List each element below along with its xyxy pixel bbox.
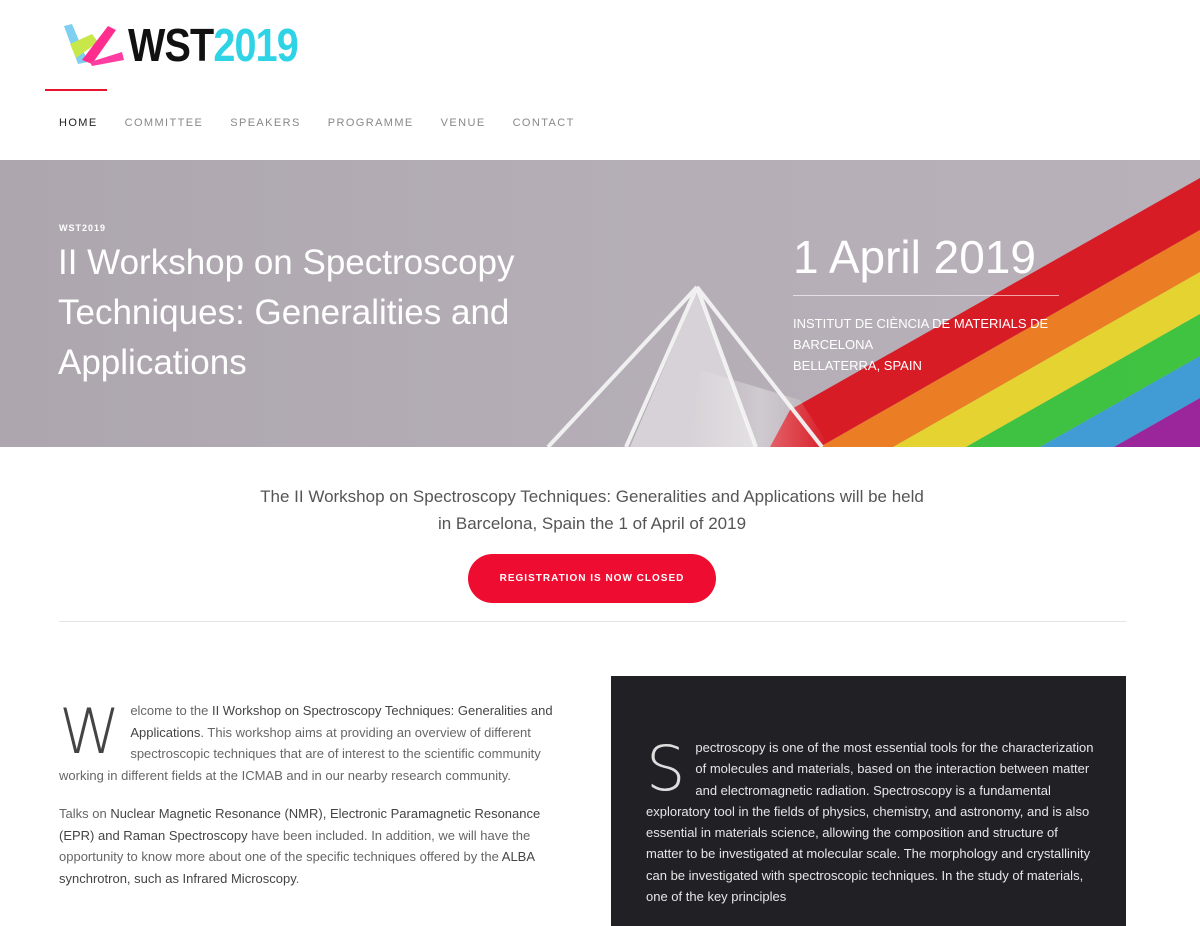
nav-item-committee[interactable]: COMMITTEE (125, 117, 204, 129)
section-divider (59, 621, 1126, 622)
nav-active-indicator (45, 89, 107, 91)
intro-text: The II Workshop on Spectroscopy Techniqu… (260, 487, 924, 533)
main-nav: HOME COMMITTEE SPEAKERS PROGRAMME VENUE … (59, 117, 602, 129)
site-header: WST2019 HOME COMMITTEE SPEAKERS PROGRAMM… (0, 0, 1200, 160)
hero-kicker: WST2019 (59, 223, 107, 233)
logo-year: 2019 (213, 19, 298, 71)
event-date: 1 April 2019 (793, 231, 1036, 283)
logo-mark-icon (64, 24, 124, 66)
hero-divider (793, 295, 1059, 296)
welcome-paragraph-1: Welcome to the II Workshop on Spectrosco… (59, 700, 559, 786)
hero-banner: WST2019 II Workshop on Spectroscopy Tech… (0, 160, 1200, 447)
registration-button[interactable]: REGISTRATION IS NOW CLOSED (468, 554, 716, 603)
location-city: BELLATERRA, SPAIN (793, 358, 922, 373)
site-logo[interactable]: WST2019 (62, 22, 326, 68)
spectroscopy-panel: Spectroscopy is one of the most essentia… (611, 676, 1126, 926)
event-location: INSTITUT DE CIÈNCIA DE MATERIALS DE BARC… (793, 313, 1083, 376)
welcome-dropcap: W (59, 695, 121, 768)
nav-item-venue[interactable]: VENUE (441, 117, 486, 129)
nav-item-contact[interactable]: CONTACT (513, 117, 575, 129)
welcome-paragraph-2: Talks on Nuclear Magnetic Resonance (NMR… (59, 803, 559, 889)
spectroscopy-body: pectroscopy is one of the most essential… (646, 740, 1094, 905)
welcome-p2-text-c: . (295, 870, 300, 886)
hero-title: II Workshop on Spectroscopy Techniques: … (58, 243, 515, 382)
spectroscopy-text: Spectroscopy is one of the most essentia… (646, 737, 1096, 907)
logo-wordmark: WST2019 (128, 19, 299, 71)
welcome-p1-text-a: elcome to the (130, 703, 212, 718)
nav-item-speakers[interactable]: SPEAKERS (230, 117, 301, 129)
nav-item-home[interactable]: HOME (59, 117, 98, 129)
logo-wst: WST (128, 19, 214, 71)
welcome-p2-text-a: Talks on (59, 806, 111, 821)
spectroscopy-dropcap: S (646, 732, 686, 805)
nav-item-programme[interactable]: PROGRAMME (328, 117, 414, 129)
location-institute: INSTITUT DE CIÈNCIA DE MATERIALS DE BARC… (793, 316, 1049, 352)
welcome-text: Welcome to the II Workshop on Spectrosco… (59, 700, 559, 906)
